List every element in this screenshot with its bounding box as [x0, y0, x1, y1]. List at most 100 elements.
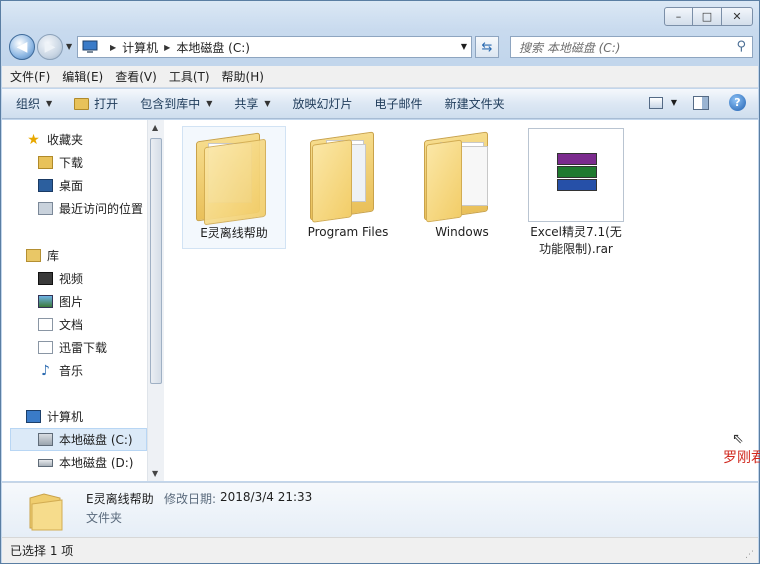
- file-name-line-2: 功能限制).rar: [539, 242, 613, 256]
- nav-item-thunder-downloads[interactable]: 迅雷下载: [2, 336, 147, 359]
- star-icon: ★: [27, 131, 40, 148]
- downloads-folder-icon: [38, 156, 53, 169]
- recent-pages-dropdown[interactable]: ▼: [66, 42, 72, 51]
- nav-item-label: 最近访问的位置: [59, 202, 144, 216]
- navigation-pane: ★ 收藏夹 下载 桌面 最近访问的位置 库 视频 图片 文档 迅雷下载 ♪ 音乐…: [2, 120, 164, 481]
- organize-label: 组织: [16, 97, 41, 111]
- scroll-down-icon[interactable]: ▼: [152, 469, 158, 478]
- library-icon: [26, 249, 41, 262]
- documents-icon: [38, 318, 53, 331]
- refresh-icon: ⇆: [481, 39, 493, 55]
- nav-pane-scrollbar[interactable]: ▲ ▼: [147, 120, 164, 481]
- share-button[interactable]: 共享 ▼: [234, 95, 270, 112]
- nav-computer-label: 计算机: [47, 410, 84, 424]
- preview-pane-icon[interactable]: [693, 95, 709, 110]
- window-controls: – □ ✕: [664, 7, 753, 26]
- menu-view[interactable]: 查看(V): [115, 68, 157, 85]
- share-label: 共享: [234, 97, 259, 111]
- nav-item-label: 本地磁盘 (D:): [59, 456, 134, 470]
- scrollbar-thumb[interactable]: [150, 138, 162, 384]
- breadcrumb-separator[interactable]: ▶: [110, 43, 116, 52]
- nav-computer[interactable]: 计算机: [2, 405, 147, 428]
- breadcrumb-computer[interactable]: 计算机: [122, 39, 158, 56]
- details-pane: E灵离线帮助 修改日期: 2018/3/4 21:33 文件夹: [2, 482, 758, 537]
- slideshow-button[interactable]: 放映幻灯片: [293, 95, 353, 112]
- change-view-icon[interactable]: [648, 96, 663, 109]
- menu-file[interactable]: 文件(F): [10, 68, 50, 85]
- mouse-cursor-icon: ⇖: [732, 431, 744, 447]
- new-folder-button[interactable]: 新建文件夹: [445, 95, 505, 112]
- nav-item-label: 下载: [59, 156, 84, 170]
- menu-bar: 文件(F) 编辑(E) 查看(V) 工具(T) 帮助(H): [2, 66, 758, 88]
- command-bar: 组织 ▼ 打开 包含到库中 ▼ 共享 ▼ 放映幻灯片 电子邮件 新建文件夹 ▼ ?: [2, 89, 758, 119]
- nav-item-label: 图片: [59, 295, 84, 309]
- view-controls: ▼ ?: [648, 94, 746, 111]
- minimize-button[interactable]: –: [664, 7, 693, 26]
- email-button[interactable]: 电子邮件: [375, 95, 423, 112]
- breadcrumb-local-disk-c[interactable]: 本地磁盘 (C:): [176, 39, 250, 56]
- nav-item-local-disk-c[interactable]: 本地磁盘 (C:): [10, 428, 147, 451]
- file-item-program-files[interactable]: Program Files: [296, 126, 400, 247]
- nav-item-documents[interactable]: 文档: [2, 313, 147, 336]
- music-icon: ♪: [41, 362, 50, 379]
- menu-tools[interactable]: 工具(T): [169, 68, 210, 85]
- nav-item-recent-places[interactable]: 最近访问的位置: [2, 197, 147, 220]
- nav-favorites[interactable]: ★ 收藏夹: [2, 128, 147, 151]
- menu-edit[interactable]: 编辑(E): [62, 68, 103, 85]
- pictures-icon: [38, 295, 53, 308]
- details-file-name: E灵离线帮助: [86, 492, 154, 506]
- resize-grip-icon[interactable]: ⋰: [745, 550, 754, 560]
- nav-item-music[interactable]: ♪ 音乐: [2, 359, 147, 382]
- file-list: E灵离线帮助 Program Files Windows Excel精灵7.1(…: [164, 120, 758, 481]
- nav-item-label: 迅雷下载: [59, 341, 108, 355]
- forward-button[interactable]: ▶: [37, 34, 63, 60]
- address-bar[interactable]: ▶ 计算机 ▶ 本地磁盘 (C:) ▼: [77, 36, 472, 58]
- slideshow-label: 放映幻灯片: [292, 97, 353, 111]
- explorer-window: – □ ✕ ◀ ▶ ▼ ▶ 计算机 ▶ 本地磁盘 (C:) ▼ ⇆ 搜索 本地磁…: [0, 0, 760, 564]
- scroll-up-icon[interactable]: ▲: [152, 123, 158, 132]
- file-name: Windows: [435, 225, 489, 239]
- details-modified-value: 2018/3/4 21:33: [220, 490, 313, 504]
- view-options-chevron-icon[interactable]: ▼: [671, 98, 677, 107]
- details-file-type: 文件夹: [86, 511, 123, 525]
- back-button[interactable]: ◀: [9, 34, 35, 60]
- breadcrumb-separator[interactable]: ▶: [164, 43, 170, 52]
- search-placeholder: 搜索 本地磁盘 (C:): [519, 40, 621, 55]
- open-label: 打开: [94, 97, 119, 111]
- watermark: 罗刚君: [723, 450, 760, 466]
- chevron-down-icon: ▼: [46, 99, 53, 108]
- open-button[interactable]: 打开: [74, 95, 118, 112]
- nav-item-local-disk-d[interactable]: 本地磁盘 (D:): [2, 451, 147, 474]
- details-modified-label: 修改日期:: [164, 492, 217, 506]
- nav-libraries-label: 库: [47, 249, 60, 263]
- file-name: E灵离线帮助: [200, 226, 268, 240]
- menu-help[interactable]: 帮助(H): [222, 68, 264, 85]
- nav-item-desktop[interactable]: 桌面: [2, 174, 147, 197]
- nav-item-pictures[interactable]: 图片: [2, 290, 147, 313]
- recent-places-icon: [38, 202, 53, 215]
- close-button[interactable]: ✕: [721, 7, 753, 26]
- thunder-downloads-icon: [38, 341, 53, 354]
- nav-item-videos[interactable]: 视频: [2, 267, 147, 290]
- refresh-button[interactable]: ⇆: [475, 36, 499, 58]
- nav-libraries[interactable]: 库: [2, 244, 147, 267]
- maximize-button[interactable]: □: [693, 7, 721, 26]
- help-icon[interactable]: ?: [729, 94, 746, 111]
- folder-icon: [414, 128, 510, 223]
- chevron-down-icon: ▼: [264, 99, 271, 108]
- organize-button[interactable]: 组织 ▼: [16, 95, 52, 112]
- folder-icon: [29, 493, 63, 531]
- file-item-excel-rar[interactable]: Excel精灵7.1(无 功能限制).rar: [524, 126, 628, 264]
- nav-item-label: 视频: [59, 272, 84, 286]
- search-icon[interactable]: ⚲: [736, 39, 746, 54]
- search-input[interactable]: 搜索 本地磁盘 (C:) ⚲: [510, 36, 753, 58]
- file-item-e-ling-help[interactable]: E灵离线帮助: [182, 126, 286, 249]
- file-item-windows[interactable]: Windows: [410, 126, 514, 247]
- desktop-icon: [38, 179, 53, 192]
- nav-item-downloads[interactable]: 下载: [2, 151, 147, 174]
- include-in-library-button[interactable]: 包含到库中 ▼: [140, 95, 212, 112]
- navigation-row: ◀ ▶ ▼ ▶ 计算机 ▶ 本地磁盘 (C:) ▼ ⇆ 搜索 本地磁盘 (C:)…: [9, 34, 753, 60]
- nav-item-label: 本地磁盘 (C:): [59, 433, 133, 447]
- address-history-dropdown[interactable]: ▼: [461, 42, 467, 51]
- back-arrow-icon: ◀: [16, 39, 28, 55]
